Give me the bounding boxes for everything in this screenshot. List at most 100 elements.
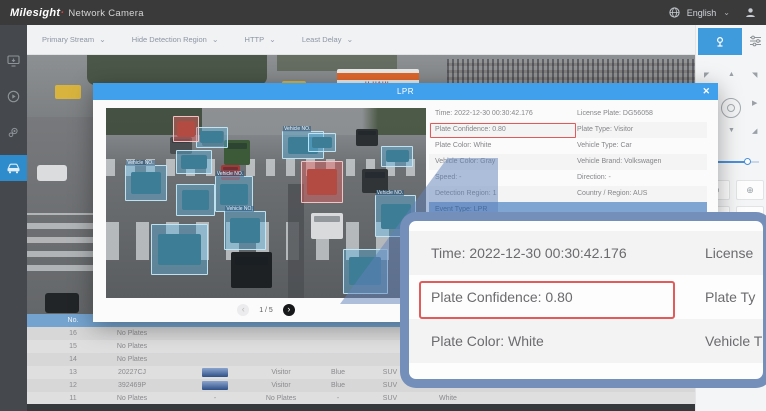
detection-box: [151, 224, 209, 275]
sliders-icon: [749, 35, 762, 47]
detected-vehicle: [312, 137, 332, 148]
prev-page-button[interactable]: ‹: [237, 304, 249, 316]
table-cell: [315, 353, 361, 366]
vehicle: [356, 129, 378, 146]
brand-name: Milesight: [10, 7, 60, 19]
live-view-icon: [7, 54, 20, 67]
stream-dropdown[interactable]: Primary Stream⌄: [42, 35, 106, 44]
stream-dropdown[interactable]: Least Delay ⌄: [302, 35, 353, 44]
dropdown-label: HTTP: [245, 35, 265, 44]
detail-right: License Plate: DG56058: [577, 106, 653, 122]
detection-box: Vehicle NO.: [125, 165, 167, 201]
table-cell: 12: [55, 379, 91, 392]
table-cell: 392469P: [97, 379, 167, 392]
ptz-home-button[interactable]: [721, 98, 741, 118]
detected-vehicle: [386, 150, 409, 162]
ptz-arrow-button[interactable]: ▶: [752, 99, 757, 107]
language-selector[interactable]: English: [687, 8, 717, 18]
sidebar-item-live-view[interactable]: [0, 47, 27, 73]
detection-box: [308, 133, 337, 152]
table-cell: [253, 327, 309, 340]
callout-row: Vehicle Color: GrayVehicle B: [409, 363, 763, 388]
next-page-button[interactable]: ›: [283, 304, 295, 316]
dialog-title: LPR: [93, 83, 718, 100]
chevron-down-icon: ⌄: [346, 35, 353, 44]
table-cell: [253, 353, 309, 366]
detection-label: Vehicle NO.: [126, 160, 154, 166]
ptz-arrow-button[interactable]: ◤: [704, 71, 709, 79]
detail-right: Plate Type: Visitor: [577, 122, 633, 138]
ptz-arrow-button[interactable]: ▼: [728, 127, 735, 134]
snapshot-pager: ‹ 1 / 5 ›: [106, 302, 426, 318]
sidebar-item-lpr[interactable]: [0, 155, 27, 181]
dropdown-label: Hide Detection Region: [132, 35, 207, 44]
sidebar-item-playback[interactable]: [0, 83, 27, 109]
table-cell: No Plates: [97, 340, 167, 353]
dropdown-label: Least Delay: [302, 35, 342, 44]
detection-box: [173, 116, 199, 143]
detail-row: Time: 2022-12-30 00:30:42.176License Pla…: [429, 106, 707, 122]
detection-label: Vehicle NO.: [216, 171, 244, 177]
callout-right: License: [705, 231, 753, 275]
callout-right: Vehicle T: [705, 319, 762, 363]
detection-box: [196, 127, 228, 148]
ptz-arrow-button[interactable]: ▲: [728, 71, 735, 78]
car-lpr-icon: [6, 162, 21, 175]
vehicle: [311, 213, 343, 240]
sidebar-item-settings[interactable]: [0, 119, 27, 145]
taxi: [55, 85, 81, 99]
detection-box: Vehicle NO.: [224, 211, 266, 251]
detected-vehicle: [200, 131, 223, 143]
ptz-arrow-button[interactable]: ◢: [752, 127, 757, 135]
left-sidebar: [0, 25, 27, 411]
zoom-in-button[interactable]: ⊕: [736, 180, 764, 200]
vehicle: [224, 140, 250, 165]
callout-left: Time: 2022-12-30 00:30:42.176: [431, 231, 627, 275]
detail-left: Plate Color: White: [435, 138, 491, 154]
stream-toolbar: Primary Stream⌄Hide Detection Region⌄HTT…: [27, 25, 695, 55]
detected-vehicle: [181, 155, 206, 170]
detail-right: Vehicle Brand: Volkswagen: [577, 154, 661, 170]
callout-row: Time: 2022-12-30 00:30:42.176 License: [409, 231, 763, 275]
detail-right: Direction: -: [577, 170, 611, 186]
table-cell: [315, 340, 361, 353]
plate-confidence-highlight-box: [419, 281, 675, 319]
detection-label: Vehicle NO.: [283, 126, 311, 132]
ptz-arrow-button[interactable]: ◥: [752, 71, 757, 79]
table-cell: Visitor: [253, 379, 309, 392]
detected-vehicle: [220, 184, 248, 206]
ptz-search-icon: [714, 35, 727, 48]
tab-ptz-control[interactable]: [698, 28, 742, 55]
callout-right: Plate Ty: [705, 275, 755, 319]
table-cell: 14: [55, 353, 91, 366]
user-account-icon[interactable]: [745, 7, 756, 18]
stream-dropdown[interactable]: HTTP ⌄: [245, 35, 276, 44]
table-cell: [315, 327, 361, 340]
callout-left: Plate Color: White: [431, 319, 544, 363]
dropdown-label: Primary Stream: [42, 35, 94, 44]
detected-vehicle: [177, 121, 195, 137]
chevron-down-icon: ⌄: [269, 35, 276, 44]
table-cell: 20227CJ: [97, 366, 167, 379]
detected-vehicle: [307, 169, 337, 194]
close-icon[interactable]: ✕: [702, 83, 710, 100]
brand-logo: Milesight·Network Camera: [10, 7, 144, 19]
globe-icon: [669, 7, 680, 18]
brand-dot: ·: [60, 7, 64, 19]
car: [45, 293, 79, 313]
plate-snapshot-thumb: [202, 381, 228, 390]
crosswalk: [27, 213, 95, 271]
stream-dropdown[interactable]: Hide Detection Region ⌄: [132, 35, 219, 44]
detail-row: Plate Color: WhiteVehicle Type: Car: [429, 138, 707, 154]
table-cell: No Plates: [97, 353, 167, 366]
detail-right: Country / Region: AUS: [577, 186, 647, 202]
table-cell: [253, 340, 309, 353]
tab-image-settings[interactable]: [749, 35, 762, 47]
detection-label: Vehicle NO.: [225, 206, 253, 212]
chevron-down-icon: ⌄: [212, 35, 219, 44]
zoom-callout: Time: 2022-12-30 00:30:42.176LicensePlat…: [400, 212, 766, 388]
table-cell: 16: [55, 327, 91, 340]
language-caret-icon[interactable]: ⌄: [723, 8, 730, 17]
dialog-header: LPR ✕: [93, 83, 718, 100]
slider-knob[interactable]: [744, 158, 751, 165]
